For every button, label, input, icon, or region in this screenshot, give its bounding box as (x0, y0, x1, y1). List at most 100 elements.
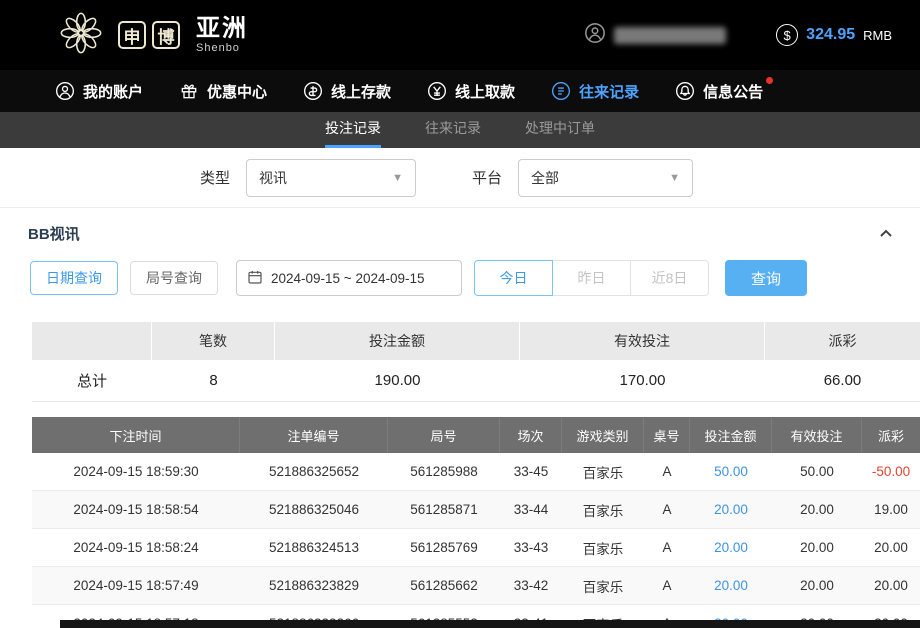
valid-bet-cell: 50.00 (772, 464, 862, 479)
date-range-value: 2024-09-15 ~ 2024-09-15 (271, 271, 425, 286)
table-no-cell: A (644, 578, 690, 593)
today-button[interactable]: 今日 (474, 260, 553, 296)
chevron-down-icon: ▼ (392, 172, 403, 184)
records-header-cell: 有效投注 (772, 417, 862, 453)
payout-cell: 20.00 (862, 540, 920, 555)
nav-label: 信息公告 (703, 81, 763, 102)
total-count: 8 (152, 372, 275, 389)
nav-item-deposit[interactable]: 线上存款 (303, 81, 391, 102)
section-header: BB视讯 (0, 208, 920, 254)
total-valid-bet: 170.00 (520, 372, 765, 389)
gift-icon (179, 81, 199, 101)
type-select[interactable]: 视讯 ▼ (246, 159, 416, 197)
user-avatar-icon (584, 22, 606, 49)
logo-char-box: 博 (152, 21, 180, 49)
records-header-cell: 场次 (500, 417, 562, 453)
yesterday-button[interactable]: 昨日 (552, 260, 631, 296)
balance-amount: 324.95 (806, 26, 855, 44)
top-header: 申 博 亚洲 Shenbo $ 324.95 RMB (0, 0, 920, 70)
platform-select-value: 全部 (531, 168, 559, 188)
order-no-cell: 521886323829 (240, 578, 388, 593)
bet-time-cell: 2024-09-15 18:58:24 (32, 540, 240, 555)
type-filter-label: 类型 (200, 167, 230, 188)
deposit-coin-icon (303, 81, 323, 101)
last-8-days-button[interactable]: 近8日 (630, 260, 709, 296)
date-range-input[interactable]: 2024-09-15 ~ 2024-09-15 (236, 260, 462, 296)
nav-label: 我的账户 (83, 81, 143, 102)
user-icon (55, 81, 75, 101)
records-header-cell: 游戏类别 (562, 417, 644, 453)
session-cell: 33-45 (500, 464, 562, 479)
logo-subtitle: Shenbo (196, 43, 248, 54)
nav-label: 线上存款 (331, 81, 391, 102)
calendar-icon (247, 269, 263, 288)
logo-region-text: 亚洲 (196, 17, 248, 41)
nav-label: 往来记录 (579, 81, 639, 102)
tab-processing-orders[interactable]: 处理中订单 (525, 112, 595, 148)
search-button[interactable]: 查询 (725, 260, 807, 296)
tab-bet-records[interactable]: 投注记录 (325, 112, 381, 148)
bet-time-cell: 2024-09-15 18:57:49 (32, 578, 240, 593)
payout-cell: 19.00 (862, 502, 920, 517)
records-table: 下注时间 注单编号 局号 场次 游戏类别 桌号 投注金额 有效投注 派彩 202… (32, 417, 920, 628)
quick-date-group: 今日 昨日 近8日 (474, 260, 709, 296)
date-query-button[interactable]: 日期查询 (30, 261, 118, 295)
round-no-cell: 561285662 (388, 578, 500, 593)
balance-currency: RMB (863, 28, 892, 43)
bet-amount-link[interactable]: 20.00 (690, 578, 772, 593)
nav-item-my-account[interactable]: 我的账户 (55, 81, 143, 102)
payout-cell: -50.00 (862, 464, 920, 479)
table-row: 2024-09-15 18:58:24 521886324513 5612857… (32, 529, 920, 567)
summary-header-cell: 派彩 (765, 322, 920, 360)
table-row: 2024-09-15 18:58:54 521886325046 5612858… (32, 491, 920, 529)
user-account-chip[interactable] (584, 22, 726, 49)
order-no-cell: 521886325046 (240, 502, 388, 517)
logo-characters: 申 博 (118, 21, 180, 49)
table-row: 2024-09-15 18:57:49 521886323829 5612856… (32, 567, 920, 605)
records-header-cell: 桌号 (644, 417, 690, 453)
bet-amount-link[interactable]: 20.00 (690, 540, 772, 555)
nav-item-withdraw[interactable]: 线上取款 (427, 81, 515, 102)
section-title: BB视讯 (28, 223, 80, 244)
records-header-cell: 局号 (388, 417, 500, 453)
summary-header-cell: 投注金额 (275, 322, 520, 360)
records-header-cell: 投注金额 (690, 417, 772, 453)
table-no-cell: A (644, 464, 690, 479)
nav-item-announcements[interactable]: 信息公告 (675, 81, 763, 102)
filter-row: 类型 视讯 ▼ 平台 全部 ▼ (0, 148, 920, 208)
bell-icon (675, 81, 695, 101)
total-bet-amount: 190.00 (275, 372, 520, 389)
round-no-cell: 561285769 (388, 540, 500, 555)
bet-amount-link[interactable]: 50.00 (690, 464, 772, 479)
round-query-button[interactable]: 局号查询 (130, 261, 218, 295)
records-header-cell: 派彩 (862, 417, 920, 453)
dollar-coin-icon: $ (776, 24, 798, 46)
summary-total-row: 总计 8 190.00 170.00 66.00 (32, 360, 920, 402)
nav-item-transaction-records[interactable]: 往来记录 (551, 81, 639, 102)
platform-select[interactable]: 全部 ▼ (518, 159, 693, 197)
table-row: 2024-09-15 18:59:30 521886325652 5612859… (32, 453, 920, 491)
total-label: 总计 (32, 370, 152, 391)
game-type-cell: 百家乐 (562, 538, 644, 558)
balance-display: $ 324.95 RMB (776, 24, 892, 46)
records-header-cell: 注单编号 (240, 417, 388, 453)
main-nav: 我的账户 优惠中心 线上存款 线上取款 (0, 70, 920, 112)
valid-bet-cell: 20.00 (772, 502, 862, 517)
bet-amount-link[interactable]: 20.00 (690, 502, 772, 517)
session-cell: 33-43 (500, 540, 562, 555)
round-no-cell: 561285871 (388, 502, 500, 517)
tab-transaction-records[interactable]: 往来记录 (425, 112, 481, 148)
summary-header-cell: 有效投注 (520, 322, 765, 360)
order-no-cell: 521886324513 (240, 540, 388, 555)
brand-logo[interactable]: 申 博 亚洲 Shenbo (58, 10, 248, 61)
table-no-cell: A (644, 540, 690, 555)
notification-dot (766, 77, 773, 84)
bet-time-cell: 2024-09-15 18:58:54 (32, 502, 240, 517)
nav-item-promotions[interactable]: 优惠中心 (179, 81, 267, 102)
records-header-cell: 下注时间 (32, 417, 240, 453)
records-header-row: 下注时间 注单编号 局号 场次 游戏类别 桌号 投注金额 有效投注 派彩 (32, 417, 920, 453)
nav-label: 优惠中心 (207, 81, 267, 102)
total-payout: 66.00 (765, 372, 920, 389)
collapse-chevron-up-icon[interactable] (878, 226, 894, 242)
type-select-value: 视讯 (259, 168, 287, 188)
